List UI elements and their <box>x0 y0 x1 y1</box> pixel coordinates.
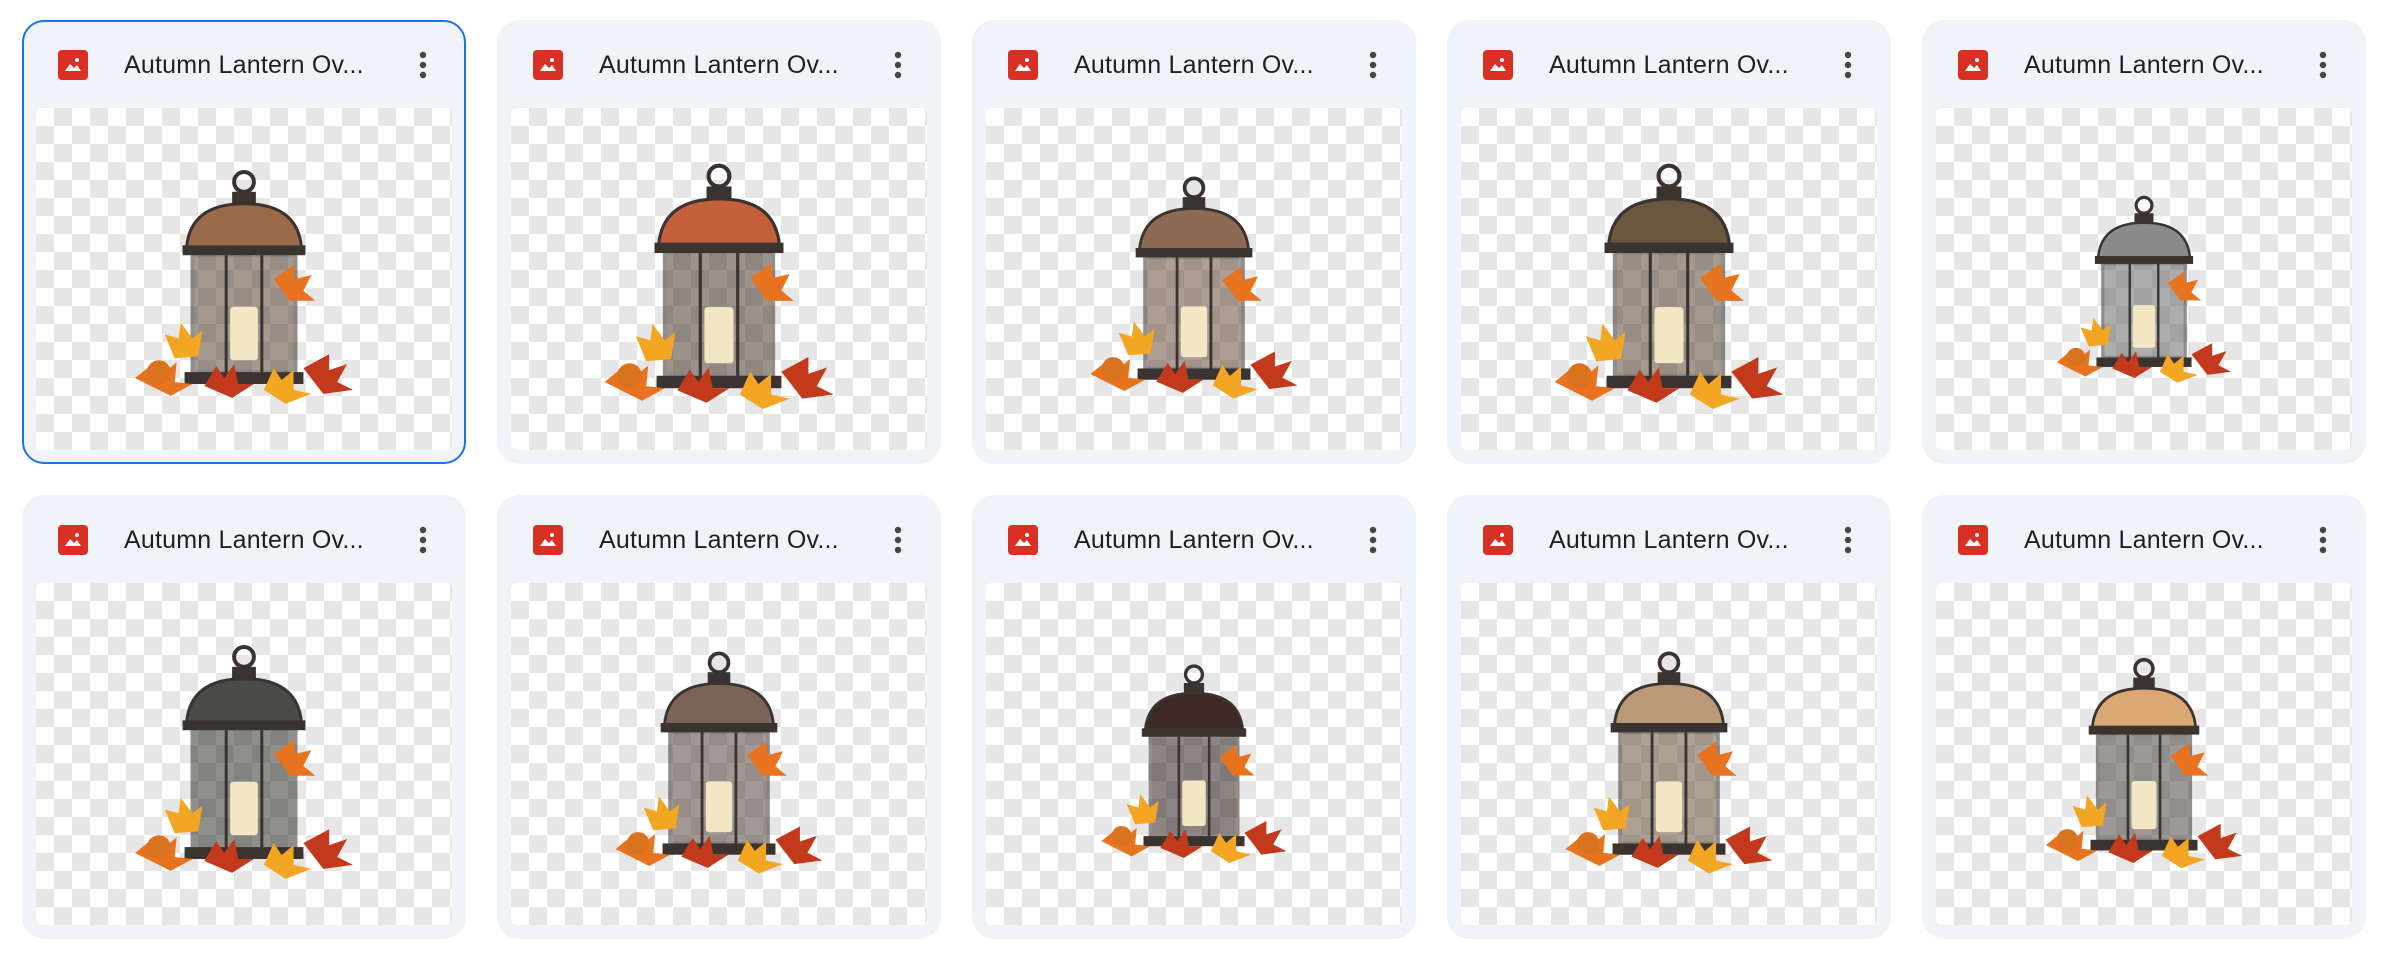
file-card-header: Autumn Lantern Ov... <box>499 497 939 583</box>
lantern-thumbnail-image <box>1554 163 1784 410</box>
more-actions-icon[interactable] <box>877 44 919 86</box>
lantern-thumbnail-image <box>135 645 353 879</box>
lantern-thumbnail-image <box>615 651 823 874</box>
lantern-thumbnail-image <box>135 170 353 404</box>
file-name: Autumn Lantern Ov... <box>1549 526 1789 554</box>
file-card[interactable]: Autumn Lantern Ov... <box>1922 20 2366 464</box>
image-file-icon <box>533 50 563 80</box>
file-card-header: Autumn Lantern Ov... <box>1924 22 2364 108</box>
file-thumbnail[interactable] <box>511 108 927 450</box>
file-name: Autumn Lantern Ov... <box>1074 526 1314 554</box>
file-card[interactable]: Autumn Lantern Ov... <box>1447 495 1891 939</box>
lantern-thumbnail-image <box>1090 176 1298 399</box>
file-card[interactable]: Autumn Lantern Ov... <box>22 20 466 464</box>
lantern-thumbnail-image <box>1101 664 1287 864</box>
image-file-icon <box>58 525 88 555</box>
file-name: Autumn Lantern Ov... <box>124 51 364 79</box>
file-card-header: Autumn Lantern Ov... <box>1924 497 2364 583</box>
lantern-thumbnail-image <box>604 163 834 410</box>
image-file-icon <box>533 525 563 555</box>
more-actions-icon[interactable] <box>1352 519 1394 561</box>
more-actions-icon[interactable] <box>402 44 444 86</box>
image-file-icon <box>1958 525 1988 555</box>
file-thumbnail[interactable] <box>1936 583 2352 925</box>
image-file-icon <box>1008 50 1038 80</box>
file-card-header: Autumn Lantern Ov... <box>1449 22 1889 108</box>
file-name: Autumn Lantern Ov... <box>599 526 839 554</box>
file-thumbnail[interactable] <box>1461 583 1877 925</box>
image-file-icon <box>1958 50 1988 80</box>
file-name: Autumn Lantern Ov... <box>599 51 839 79</box>
file-name: Autumn Lantern Ov... <box>124 526 364 554</box>
file-card[interactable]: Autumn Lantern Ov... <box>972 495 1416 939</box>
lantern-thumbnail-image <box>1565 651 1773 874</box>
file-thumbnail[interactable] <box>986 108 1402 450</box>
file-thumbnail[interactable] <box>36 108 452 450</box>
file-thumbnail[interactable] <box>511 583 927 925</box>
more-actions-icon[interactable] <box>2302 519 2344 561</box>
file-card-header: Autumn Lantern Ov... <box>974 22 1414 108</box>
more-actions-icon[interactable] <box>877 519 919 561</box>
file-name: Autumn Lantern Ov... <box>1549 51 1789 79</box>
file-grid: Autumn Lantern Ov... Autumn Lantern Ov..… <box>22 20 2366 939</box>
file-card[interactable]: Autumn Lantern Ov... <box>1447 20 1891 464</box>
more-actions-icon[interactable] <box>402 519 444 561</box>
file-card-header: Autumn Lantern Ov... <box>974 497 1414 583</box>
file-card[interactable]: Autumn Lantern Ov... <box>972 20 1416 464</box>
image-file-icon <box>1008 525 1038 555</box>
image-file-icon <box>1483 50 1513 80</box>
file-card-header: Autumn Lantern Ov... <box>1449 497 1889 583</box>
more-actions-icon[interactable] <box>1827 44 1869 86</box>
file-card[interactable]: Autumn Lantern Ov... <box>497 495 941 939</box>
file-thumbnail[interactable] <box>36 583 452 925</box>
more-actions-icon[interactable] <box>2302 44 2344 86</box>
file-thumbnail[interactable] <box>1461 108 1877 450</box>
file-card-header: Autumn Lantern Ov... <box>24 497 464 583</box>
file-card[interactable]: Autumn Lantern Ov... <box>497 20 941 464</box>
file-name: Autumn Lantern Ov... <box>1074 51 1314 79</box>
file-card[interactable]: Autumn Lantern Ov... <box>1922 495 2366 939</box>
lantern-thumbnail-image <box>2045 657 2243 869</box>
image-file-icon <box>1483 525 1513 555</box>
file-card[interactable]: Autumn Lantern Ov... <box>22 495 466 939</box>
file-thumbnail[interactable] <box>1936 108 2352 450</box>
image-file-icon <box>58 50 88 80</box>
file-card-header: Autumn Lantern Ov... <box>499 22 939 108</box>
more-actions-icon[interactable] <box>1827 519 1869 561</box>
file-card-header: Autumn Lantern Ov... <box>24 22 464 108</box>
file-thumbnail[interactable] <box>986 583 1402 925</box>
file-name: Autumn Lantern Ov... <box>2024 51 2264 79</box>
more-actions-icon[interactable] <box>1352 44 1394 86</box>
lantern-thumbnail-image <box>2056 195 2232 383</box>
file-name: Autumn Lantern Ov... <box>2024 526 2264 554</box>
